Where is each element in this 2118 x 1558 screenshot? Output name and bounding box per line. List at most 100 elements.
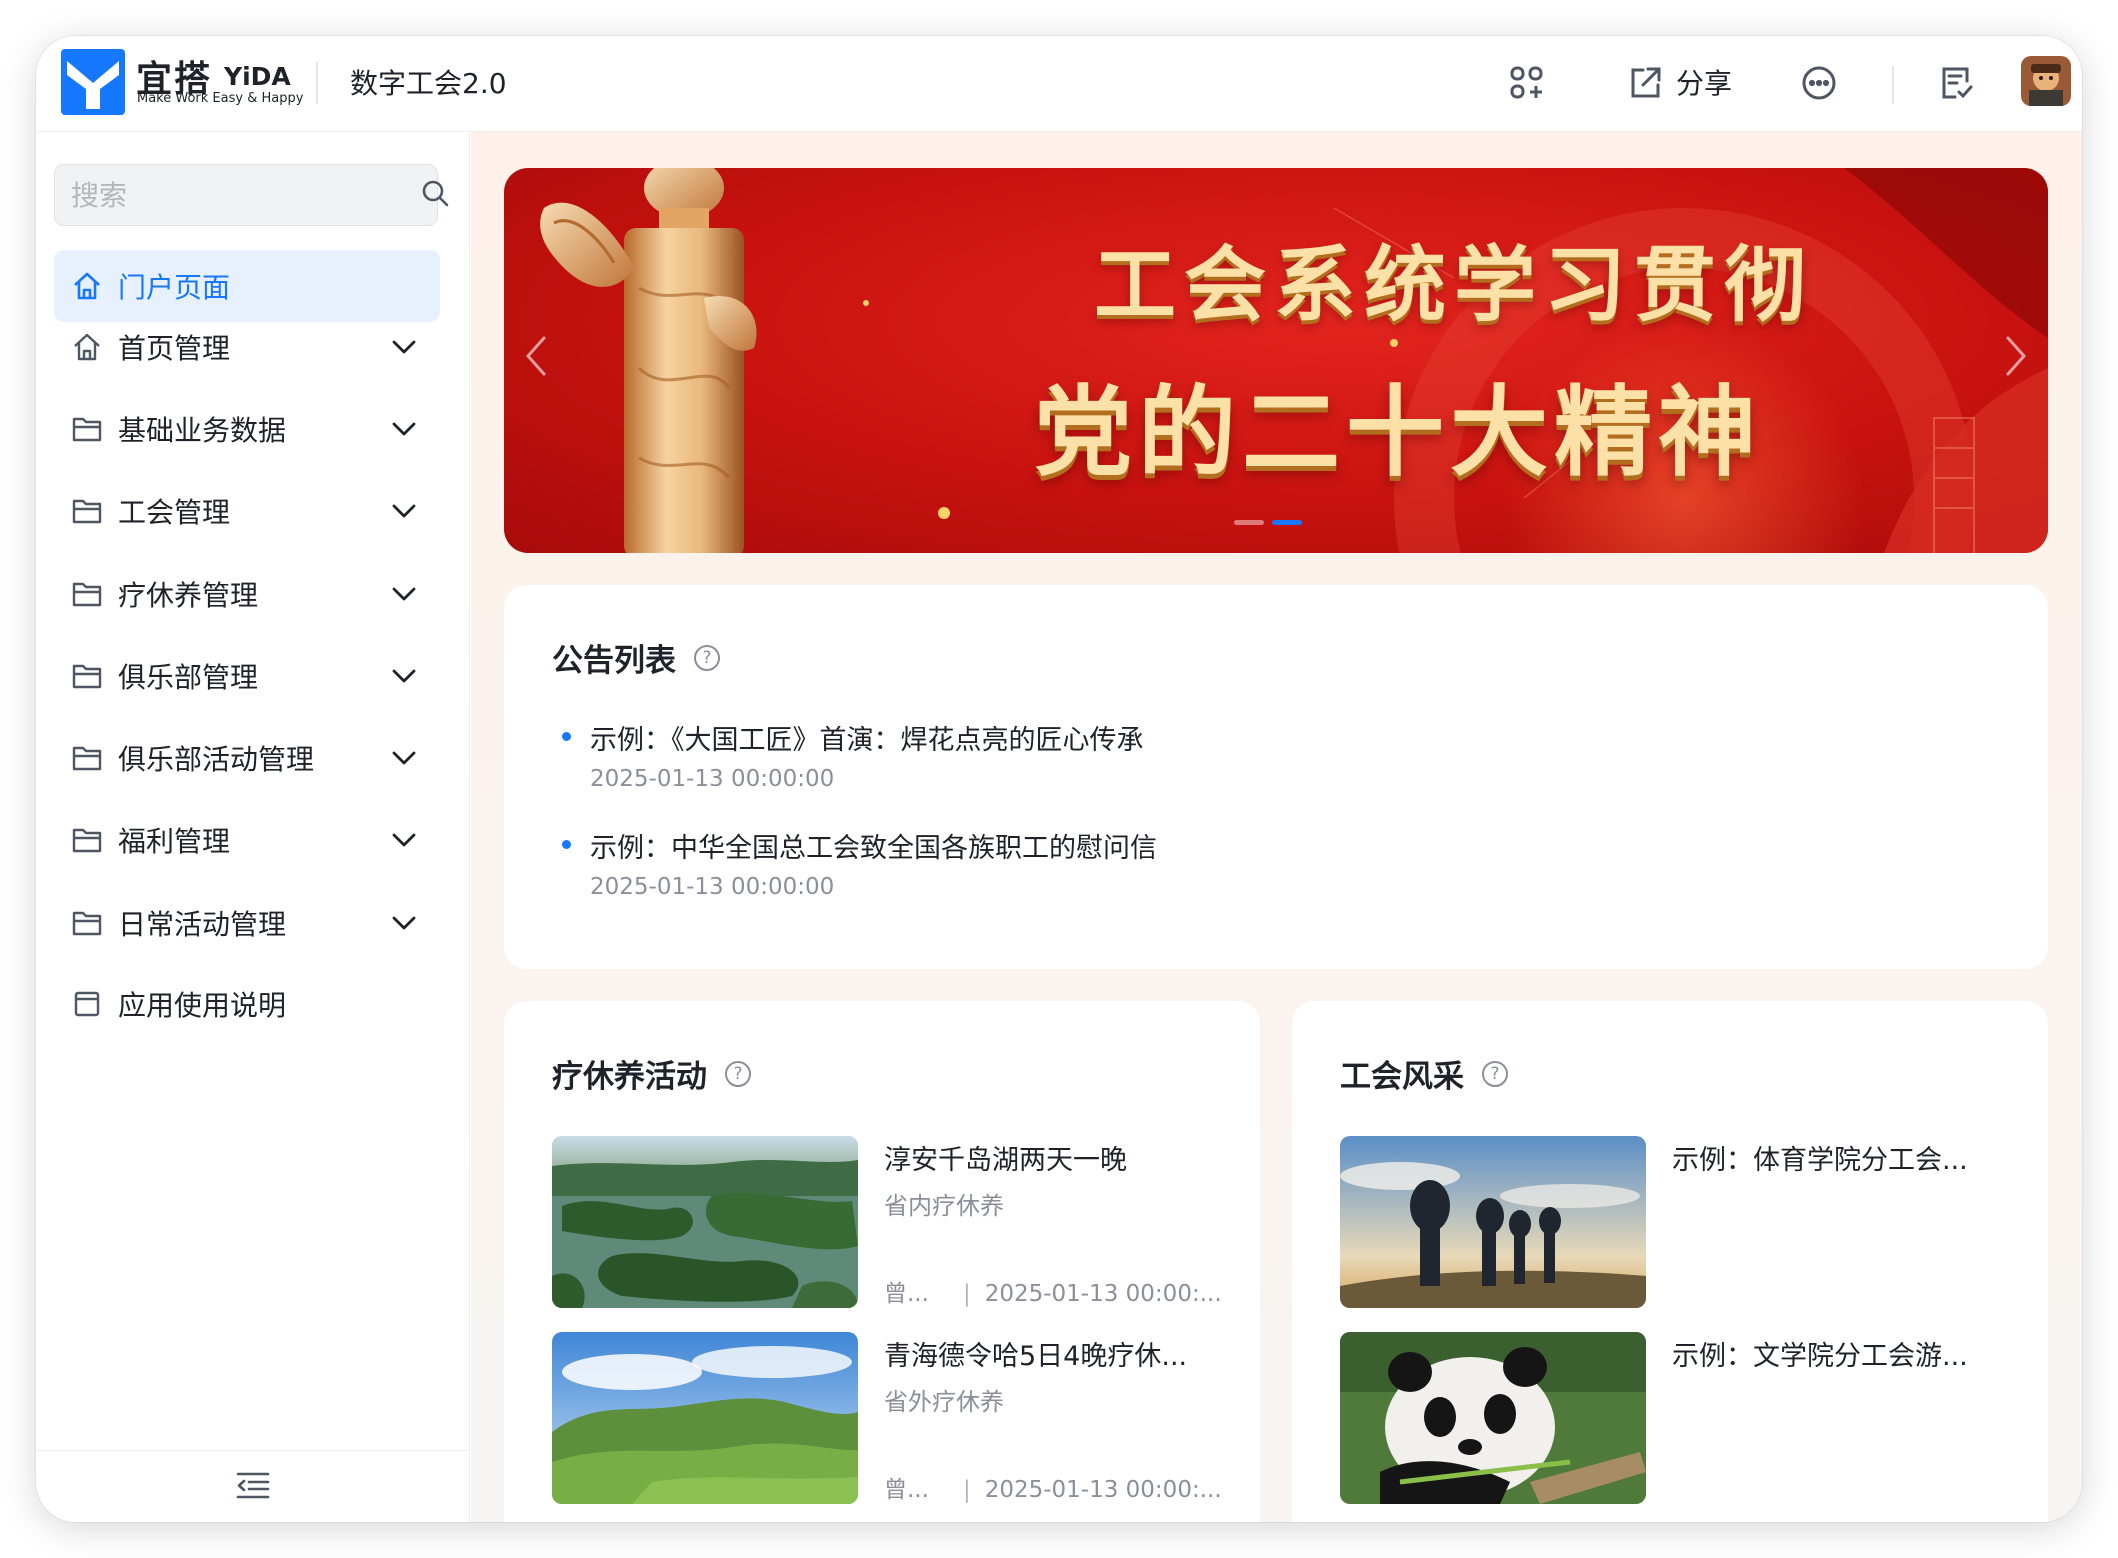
sidebar-item-recuperation-management[interactable]: 疗休养管理 [54, 558, 440, 630]
banner-title: 工会系统学习贯彻 [1094, 238, 1815, 333]
help-icon[interactable]: ? [694, 644, 720, 671]
list-item[interactable]: 青海德令哈5日4晚疗休... 省外疗休养 曾... | 2025-01-13 00:… [552, 1332, 1232, 1504]
activity-category: 省内疗休养 [884, 1192, 1004, 1220]
carousel-dot[interactable] [1234, 520, 1264, 525]
chevron-down-icon[interactable] [386, 411, 422, 447]
yida-logo[interactable] [61, 49, 125, 115]
union-style-title[interactable]: 示例：体育学院分工会... [1672, 1138, 1968, 1177]
union-style-card: 工会风采 ? 示例：体育学院分工会... 示例：文学院分工会游... [1292, 1001, 2048, 1522]
brand-name-en: YiDA [224, 62, 291, 91]
activity-category: 省外疗休养 [884, 1388, 1004, 1416]
bullet-icon [562, 840, 571, 849]
checklist-icon[interactable] [1932, 58, 1982, 108]
sidebar-item-basic-data[interactable]: 基础业务数据 [54, 393, 440, 465]
sidebar-item-union-management[interactable]: 工会管理 [54, 475, 440, 547]
main-content: 工会系统学习贯彻 党的二十大精神 公告列表 ? 示例：《大国工匠》首演：焊花点亮… [471, 132, 2082, 1522]
help-icon[interactable]: ? [1482, 1060, 1508, 1087]
chevron-down-icon[interactable] [386, 822, 422, 858]
chevron-down-icon[interactable] [386, 740, 422, 776]
panda-image[interactable] [1340, 1332, 1646, 1504]
lake-islands-image[interactable] [552, 1136, 858, 1308]
notice-date: 2025-01-13 00:00:00 [590, 874, 835, 900]
list-item[interactable]: 示例：文学院分工会游... [1340, 1332, 2020, 1504]
sidebar-item-label: 首页管理 [118, 332, 231, 365]
sidebar-item-home-management[interactable]: 首页管理 [54, 311, 440, 383]
chevron-down-icon[interactable] [386, 658, 422, 694]
sidebar-item-app-instructions[interactable]: 应用使用说明 [54, 968, 440, 1040]
help-icon[interactable]: ? [725, 1060, 751, 1087]
apps-icon[interactable] [1502, 58, 1552, 108]
activity-meta: 曾... | 2025-01-13 00:00:... [884, 1281, 1222, 1307]
sidebar-item-label: 福利管理 [118, 825, 231, 858]
grassland-mountain-image[interactable] [552, 1332, 858, 1504]
folder-icon [70, 741, 104, 775]
union-style-title[interactable]: 示例：文学院分工会游... [1672, 1334, 1968, 1373]
folder-icon [70, 412, 104, 446]
home-icon [70, 269, 104, 303]
chevron-down-icon[interactable] [386, 493, 422, 529]
search-box[interactable] [54, 164, 449, 226]
sidebar-item-daily-activity-management[interactable]: 日常活动管理 [54, 887, 440, 959]
bullet-icon [562, 732, 571, 741]
activity-date: 2025-01-13 00:00:... [984, 1477, 1222, 1503]
divider [316, 62, 318, 104]
sidebar-item-label: 日常活动管理 [118, 908, 287, 941]
collapse-sidebar-icon[interactable] [235, 1470, 271, 1504]
app-title[interactable]: 数字工会2.0 [350, 62, 507, 102]
card-title: 疗休养活动 [552, 1059, 707, 1095]
hikers-image[interactable] [1340, 1136, 1646, 1308]
sidebar-item-label: 俱乐部管理 [118, 661, 259, 694]
union-style-header: 工会风采 ? [1340, 1051, 1508, 1096]
sidebar-item-label: 疗休养管理 [118, 579, 259, 612]
folder-icon [70, 823, 104, 857]
sidebar-item-label: 基础业务数据 [118, 414, 287, 447]
chevron-down-icon[interactable] [386, 329, 422, 365]
carousel-indicator [1234, 520, 1302, 525]
brand-slogan: Make Work Easy & Happy [137, 91, 304, 106]
activity-title[interactable]: 青海德令哈5日4晚疗休... [884, 1334, 1187, 1373]
avatar[interactable] [2021, 56, 2071, 106]
carousel-next-icon[interactable] [1996, 326, 2036, 386]
card-title: 工会风采 [1340, 1059, 1464, 1095]
list-item[interactable]: 示例：《大国工匠》首演：焊花点亮的匠心传承 2025-01-13 00:00:0… [554, 718, 1994, 798]
notice-title[interactable]: 示例：中华全国总工会致全国各族职工的慰问信 [590, 826, 1157, 865]
more-icon[interactable] [1794, 58, 1844, 108]
carousel-dot-active[interactable] [1272, 520, 1302, 525]
activity-date: 2025-01-13 00:00:... [984, 1281, 1222, 1307]
app-window: 宜搭 YiDA Make Work Easy & Happy 数字工会2.0 分… [36, 36, 2082, 1522]
share-icon[interactable] [1620, 58, 1670, 108]
banner-carousel[interactable]: 工会系统学习贯彻 党的二十大精神 [504, 168, 2048, 553]
folder-icon [70, 659, 104, 693]
sidebar-item-club-management[interactable]: 俱乐部管理 [54, 640, 440, 712]
sidebar-item-label: 应用使用说明 [118, 989, 287, 1022]
sidebar-item-welfare-management[interactable]: 福利管理 [54, 804, 440, 876]
search-icon[interactable] [420, 178, 450, 212]
sidebar-item-label: 门户页面 [118, 271, 231, 304]
activity-title[interactable]: 淳安千岛湖两天一晚 [884, 1138, 1127, 1177]
chevron-down-icon[interactable] [386, 576, 422, 612]
home-icon [70, 330, 104, 364]
sidebar-item-club-activity-management[interactable]: 俱乐部活动管理 [54, 722, 440, 794]
search-input[interactable] [71, 178, 420, 212]
recuperation-header: 疗休养活动 ? [552, 1051, 751, 1096]
folder-icon [70, 577, 104, 611]
page-icon [70, 987, 104, 1021]
list-item[interactable]: 淳安千岛湖两天一晚 省内疗休养 曾... | 2025-01-13 00:00:..… [552, 1136, 1232, 1308]
folder-icon [70, 494, 104, 528]
share-button[interactable]: 分享 [1676, 62, 1732, 102]
notice-date: 2025-01-13 00:00:00 [590, 766, 835, 792]
carousel-prev-icon[interactable] [516, 326, 556, 386]
activity-author: 曾... [884, 1281, 929, 1307]
notice-title[interactable]: 示例：《大国工匠》首演：焊花点亮的匠心传承 [590, 718, 1144, 757]
notice-list-card: 公告列表 ? 示例：《大国工匠》首演：焊花点亮的匠心传承 2025-01-13 … [504, 585, 2048, 969]
list-item[interactable]: 示例：体育学院分工会... [1340, 1136, 2020, 1308]
sidebar-item-label: 俱乐部活动管理 [118, 743, 315, 776]
list-item[interactable]: 示例：中华全国总工会致全国各族职工的慰问信 2025-01-13 00:00:0… [554, 826, 1994, 906]
card-title: 公告列表 [552, 643, 676, 679]
chevron-down-icon[interactable] [386, 905, 422, 941]
notice-list-header: 公告列表 ? [552, 635, 720, 680]
top-bar: 宜搭 YiDA Make Work Easy & Happy 数字工会2.0 分… [36, 36, 2082, 132]
recuperation-activity-card: 疗休养活动 ? 淳安千岛湖两天一晚 省内疗休养 曾... | 2025-01-1… [504, 1001, 1260, 1522]
folder-icon [70, 906, 104, 940]
banner-subtitle: 党的二十大精神 [1034, 376, 1763, 490]
